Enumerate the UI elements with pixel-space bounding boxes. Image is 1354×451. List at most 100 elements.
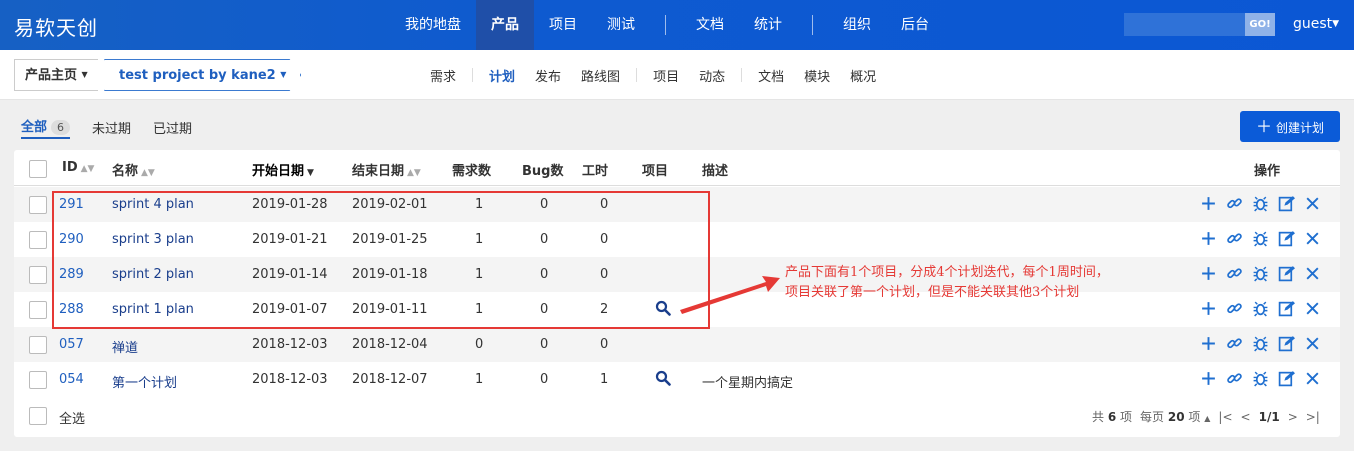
plan-id-link[interactable]: 288 — [59, 302, 84, 317]
plan-start-date: 2018-12-03 — [252, 372, 328, 387]
link-bug-icon[interactable] — [1251, 264, 1269, 282]
link-chain-icon[interactable] — [1225, 334, 1243, 352]
plan-id-link[interactable]: 289 — [59, 267, 84, 282]
plan-name-link[interactable]: sprint 4 plan — [112, 197, 194, 212]
link-chain-icon[interactable] — [1225, 229, 1243, 247]
link-bug-icon[interactable] — [1251, 369, 1269, 387]
tab-all[interactable]: 全部 6 — [21, 116, 71, 139]
subnav-project[interactable]: 项目 — [643, 66, 689, 85]
tab-unexpired[interactable]: 未过期 — [92, 118, 131, 137]
link-bug-icon[interactable] — [1251, 194, 1269, 212]
link-chain-icon[interactable] — [1225, 264, 1243, 282]
nav-project[interactable]: 项目 — [534, 0, 592, 50]
header-checkbox[interactable] — [29, 160, 47, 178]
sort-icon: ▲▼ — [141, 168, 155, 178]
delete-close-icon[interactable] — [1303, 264, 1321, 282]
plan-name-link[interactable]: 第一个计划 — [112, 372, 177, 391]
col-name[interactable]: 名称 ▲▼ — [112, 160, 155, 179]
project-search-icon[interactable] — [655, 370, 671, 390]
create-plan-button[interactable]: ＋ 创建计划 — [1240, 111, 1340, 142]
edit-icon[interactable] — [1277, 194, 1295, 212]
subnav-view[interactable]: 概况 — [840, 66, 886, 85]
plan-bug-count: 0 — [540, 267, 549, 282]
nav-doc[interactable]: 文档 — [681, 0, 739, 50]
link-chain-icon[interactable] — [1225, 299, 1243, 317]
row-checkbox[interactable] — [29, 231, 47, 249]
edit-icon[interactable] — [1277, 264, 1295, 282]
table-row: 290 sprint 3 plan 2019-01-21 2019-01-25 1 0 0 — [14, 222, 1340, 257]
next-page-icon[interactable]: > — [1288, 410, 1298, 424]
link-bug-icon[interactable] — [1251, 334, 1269, 352]
plan-id-link[interactable]: 291 — [59, 197, 84, 212]
select-all-checkbox[interactable] — [29, 407, 47, 425]
total-value: 6 — [1107, 410, 1117, 424]
edit-icon[interactable] — [1277, 369, 1295, 387]
nav-test[interactable]: 测试 — [592, 0, 650, 50]
global-search-input[interactable] — [1124, 13, 1246, 36]
edit-icon[interactable] — [1277, 299, 1295, 317]
subnav-divider — [741, 68, 743, 82]
plan-id-link[interactable]: 290 — [59, 232, 84, 247]
last-page-icon[interactable]: >| — [1306, 410, 1320, 424]
user-menu[interactable]: guest▼ — [1293, 16, 1339, 32]
delete-close-icon[interactable] — [1303, 369, 1321, 387]
link-story-plus-icon[interactable] — [1199, 299, 1217, 317]
plan-start-date: 2018-12-03 — [252, 337, 328, 352]
subnav-story[interactable]: 需求 — [420, 66, 466, 85]
product-home-dropdown[interactable]: 产品主页 ▼ — [14, 59, 98, 91]
table-footer: 全选 共 6 项 每页 20 项 ▲ |< < 1/1 > >| — [14, 398, 1340, 434]
product-switcher[interactable]: test project by kane2 ▼ — [104, 59, 302, 91]
delete-close-icon[interactable] — [1303, 299, 1321, 317]
brand-logo[interactable]: 易软天创 — [14, 12, 98, 41]
plan-hours: 0 — [600, 232, 609, 247]
col-start[interactable]: 开始日期 ▼ — [252, 160, 314, 179]
row-checkbox[interactable] — [29, 336, 47, 354]
row-checkbox[interactable] — [29, 266, 47, 284]
nav-report[interactable]: 统计 — [739, 0, 797, 50]
link-story-plus-icon[interactable] — [1199, 264, 1217, 282]
nav-admin[interactable]: 后台 — [886, 0, 944, 50]
col-end[interactable]: 结束日期 ▲▼ — [352, 160, 421, 179]
delete-close-icon[interactable] — [1303, 334, 1321, 352]
subnav-dynamic[interactable]: 动态 — [689, 66, 735, 85]
first-page-icon[interactable]: |< — [1218, 410, 1232, 424]
subnav-plan[interactable]: 计划 — [479, 66, 525, 85]
link-story-plus-icon[interactable] — [1199, 334, 1217, 352]
edit-icon[interactable] — [1277, 229, 1295, 247]
plan-name-link[interactable]: sprint 3 plan — [112, 232, 194, 247]
row-checkbox[interactable] — [29, 371, 47, 389]
link-chain-icon[interactable] — [1225, 194, 1243, 212]
edit-icon[interactable] — [1277, 334, 1295, 352]
delete-close-icon[interactable] — [1303, 194, 1321, 212]
prev-page-icon[interactable]: < — [1241, 410, 1251, 424]
row-checkbox[interactable] — [29, 301, 47, 319]
row-checkbox[interactable] — [29, 196, 47, 214]
per-page-select[interactable]: 每页 20 项 ▲ — [1140, 408, 1210, 425]
link-bug-icon[interactable] — [1251, 229, 1269, 247]
project-search-icon[interactable] — [655, 300, 671, 320]
select-all-label[interactable]: 全选 — [59, 408, 85, 427]
delete-close-icon[interactable] — [1303, 229, 1321, 247]
subnav-roadmap[interactable]: 路线图 — [571, 66, 630, 85]
search-go-button[interactable]: GO! — [1245, 13, 1275, 36]
link-bug-icon[interactable] — [1251, 299, 1269, 317]
plan-hours: 0 — [600, 267, 609, 282]
link-chain-icon[interactable] — [1225, 369, 1243, 387]
plan-name-link[interactable]: sprint 1 plan — [112, 302, 194, 317]
tab-expired[interactable]: 已过期 — [153, 118, 192, 137]
plan-id-link[interactable]: 054 — [59, 372, 84, 387]
plan-id-link[interactable]: 057 — [59, 337, 84, 352]
nav-my[interactable]: 我的地盘 — [390, 0, 476, 50]
plan-name-link[interactable]: sprint 2 plan — [112, 267, 194, 282]
link-story-plus-icon[interactable] — [1199, 369, 1217, 387]
col-end-label: 结束日期 — [352, 164, 405, 179]
nav-company[interactable]: 组织 — [828, 0, 886, 50]
plan-name-link[interactable]: 禅道 — [112, 337, 138, 356]
subnav-doc[interactable]: 文档 — [748, 66, 794, 85]
col-id[interactable]: ID ▲▼ — [62, 160, 94, 175]
link-story-plus-icon[interactable] — [1199, 194, 1217, 212]
subnav-module[interactable]: 模块 — [794, 66, 840, 85]
subnav-release[interactable]: 发布 — [525, 66, 571, 85]
nav-product[interactable]: 产品 — [476, 0, 534, 50]
link-story-plus-icon[interactable] — [1199, 229, 1217, 247]
